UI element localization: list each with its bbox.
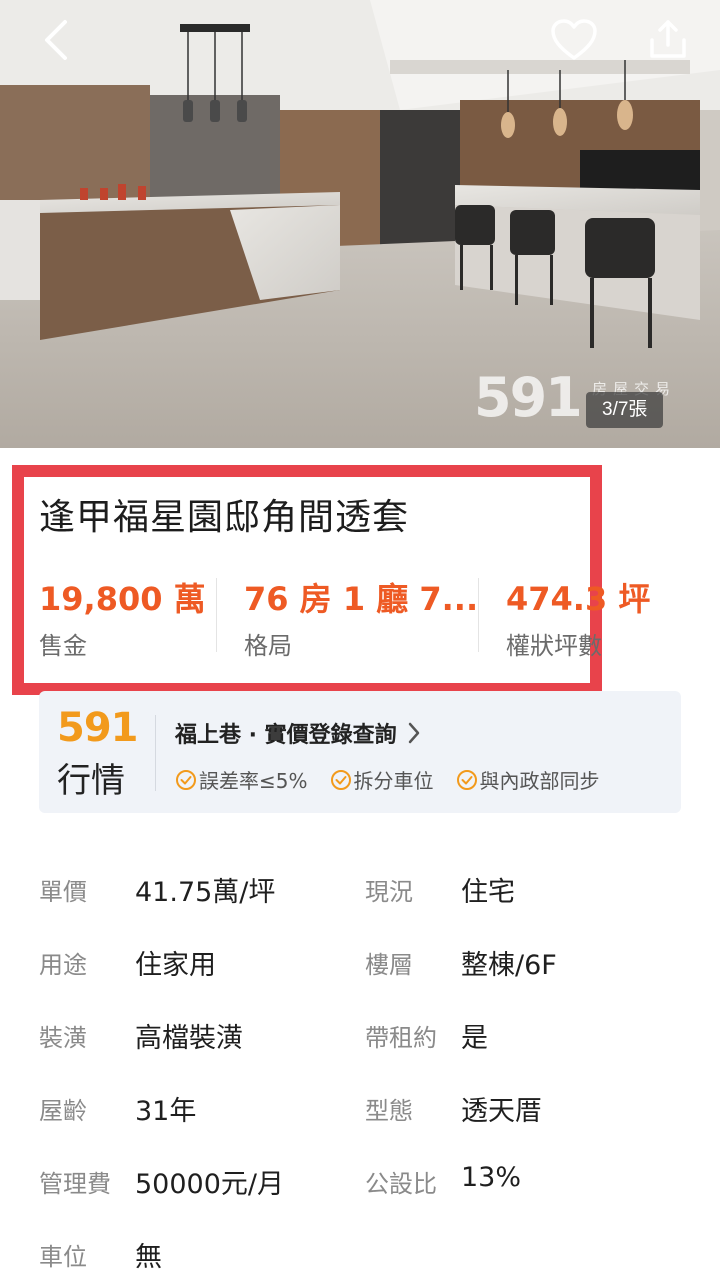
detail-value: 住宅 xyxy=(461,877,515,908)
detail-label: 現況 xyxy=(365,878,413,906)
detail-value: 住家用 xyxy=(135,950,216,981)
detail-value: 高檔裝潢 xyxy=(135,1023,243,1054)
market-tag-label: 誤差率≤5% xyxy=(199,769,308,793)
detail-label: 屋齡 xyxy=(39,1097,87,1125)
stat-label: 權狀坪數 xyxy=(506,632,602,660)
detail-label: 帶租約 xyxy=(365,1024,437,1052)
check-circle-icon xyxy=(330,769,351,790)
favorite-button[interactable] xyxy=(548,14,600,66)
price-registry-label: 福上巷 · 實價登錄查詢 xyxy=(175,723,397,748)
detail-label: 公設比 xyxy=(365,1170,437,1198)
stat-value: 76 房 1 廳 7... xyxy=(244,580,479,618)
detail-label: 單價 xyxy=(39,878,87,906)
check-circle-icon xyxy=(176,769,196,790)
photo-counter: 3/7張 xyxy=(586,392,664,428)
divider xyxy=(216,578,217,652)
divider xyxy=(478,578,479,652)
detail-label: 管理費 xyxy=(39,1170,111,1198)
stat-price: 19,800 萬 售金 xyxy=(39,574,206,661)
market-tag: 與內政部同步 xyxy=(456,765,600,794)
detail-row: 車位 無 xyxy=(39,1237,679,1275)
detail-value: 無 xyxy=(135,1242,162,1273)
detail-value: 50000元/月 xyxy=(135,1169,284,1200)
detail-value: 41.75萬/坪 xyxy=(135,877,276,908)
stat-layout: 76 房 1 廳 7... 格局 xyxy=(244,574,478,661)
stat-label: 格局 xyxy=(244,632,292,660)
detail-label: 車位 xyxy=(39,1243,87,1271)
detail-label: 樓層 xyxy=(365,951,413,979)
share-button[interactable] xyxy=(642,14,694,66)
detail-row: 屋齡 31年 型態 透天厝 xyxy=(39,1091,679,1131)
stat-label: 售金 xyxy=(39,632,87,660)
market-tag-label: 與內政部同步 xyxy=(479,769,600,793)
market-tag: 拆分車位 xyxy=(330,765,434,794)
detail-value: 是 xyxy=(461,1023,488,1054)
detail-value: 整棟/6F xyxy=(461,950,557,981)
stat-area: 474.3 坪 權狀坪數 xyxy=(506,574,650,661)
stat-value: 19,800 萬 xyxy=(39,580,206,618)
market-tag: 誤差率≤5% xyxy=(175,765,308,794)
share-icon xyxy=(650,20,686,58)
price-registry-link[interactable]: 福上巷 · 實價登錄查詢 xyxy=(175,717,421,749)
market-info-card[interactable]: 591 行情 福上巷 · 實價登錄查詢 誤差率≤5% 拆分車位 與內政部同步 xyxy=(39,691,681,813)
check-circle-icon xyxy=(456,769,477,790)
detail-value: 透天厝 xyxy=(461,1096,542,1127)
photo-gallery[interactable]: 591 房屋交易 3/7張 xyxy=(0,0,720,448)
chevron-right-icon xyxy=(408,722,419,744)
detail-label: 型態 xyxy=(365,1097,413,1125)
back-button[interactable] xyxy=(30,14,82,66)
market-logo-number: 591 xyxy=(57,705,138,751)
detail-value: 31年 xyxy=(135,1096,197,1127)
back-arrow-icon xyxy=(45,20,67,60)
heart-icon xyxy=(551,19,597,60)
divider xyxy=(155,715,156,791)
detail-value: 13% xyxy=(461,1162,522,1193)
detail-label: 用途 xyxy=(39,951,87,979)
market-tags: 誤差率≤5% 拆分車位 與內政部同步 xyxy=(175,765,600,794)
market-logo-text: 行情 xyxy=(57,761,125,801)
detail-label: 裝潢 xyxy=(39,1024,87,1052)
detail-row: 裝潢 高檔裝潢 帶租約 是 xyxy=(39,1018,679,1058)
stat-value: 474.3 坪 xyxy=(506,580,651,618)
watermark-logo: 591 xyxy=(474,366,583,429)
market-tag-label: 拆分車位 xyxy=(353,769,434,793)
listing-title: 逢甲福星園邸角間透套 xyxy=(39,497,410,538)
detail-row: 單價 41.75萬/坪 現況 住宅 xyxy=(39,872,679,912)
detail-row: 管理費 50000元/月 公設比 13% xyxy=(39,1162,679,1204)
detail-row: 用途 住家用 樓層 整棟/6F xyxy=(39,945,679,985)
